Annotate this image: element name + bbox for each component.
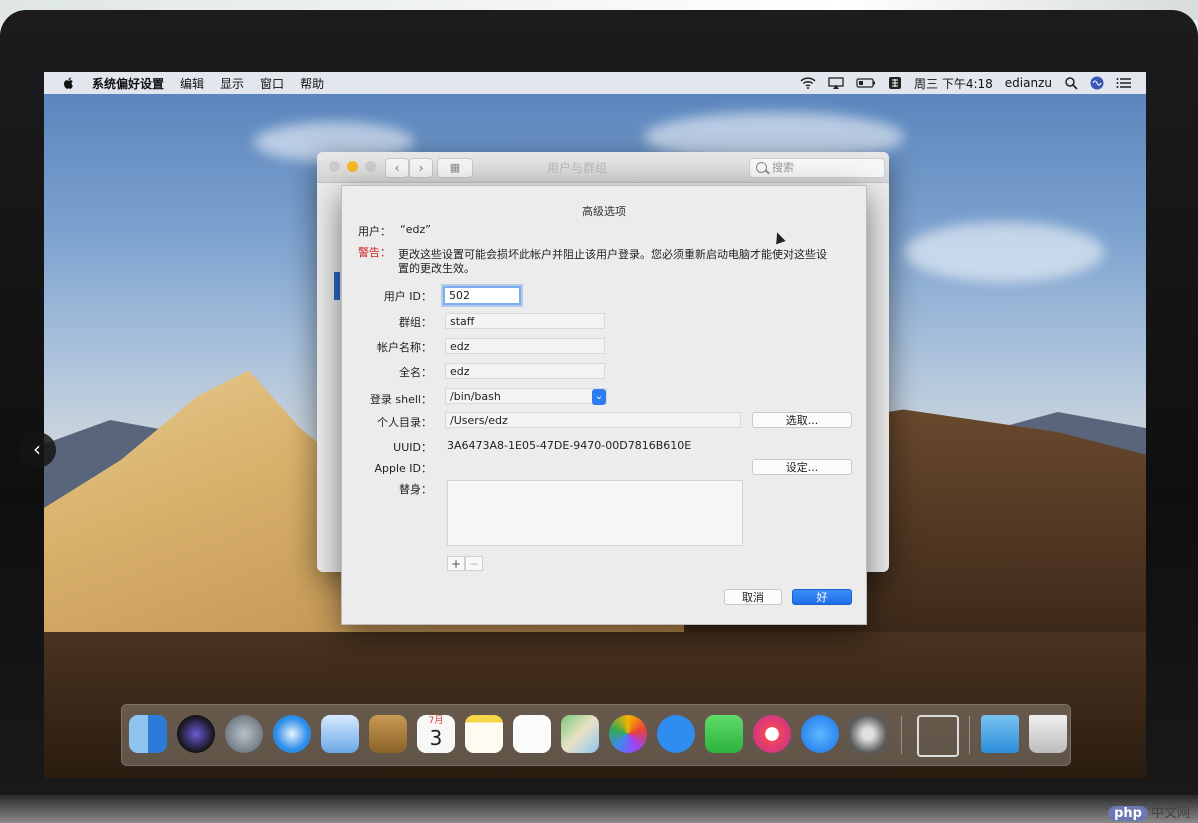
menu-edit[interactable]: 编辑 [180,75,204,92]
menu-user-name[interactable]: edianzu [1005,76,1052,90]
close-window-icon[interactable] [329,161,340,172]
launchpad-icon[interactable] [225,715,263,753]
window-title: 用户与群组 [547,159,607,176]
remove-alias-button[interactable]: − [465,556,483,571]
home-directory-field[interactable]: /Users/edz [445,412,741,428]
notification-center-icon[interactable] [1116,77,1132,89]
cancel-button[interactable]: 取消 [724,589,782,605]
login-shell-select[interactable]: /bin/bash ⌄ [445,388,607,404]
full-name-field[interactable]: edz [445,363,605,379]
warning-label: 警告： [358,244,391,260]
laptop-bottom [0,795,1198,823]
itunes-icon[interactable] [753,715,791,753]
watermark-badge: php [1108,806,1148,821]
previous-image-button[interactable]: ‹ [18,432,56,468]
advanced-options-sheet: 高级选项 用户： “edz” 警告： 更改这些设置可能会损坏此帐户并阻止该用户登… [341,185,867,625]
siri-icon[interactable] [177,715,215,753]
menu-help[interactable]: 帮助 [300,75,324,92]
messages-icon[interactable] [657,715,695,753]
menu-view[interactable]: 显示 [220,75,244,92]
airplay-icon[interactable] [828,77,844,89]
siri-menubar-icon[interactable] [1090,76,1104,90]
choose-button[interactable]: 选取... [752,412,852,428]
account-name-field[interactable]: edz [445,338,605,354]
search-field[interactable]: 搜索 [749,158,885,178]
spotlight-search-icon[interactable] [1064,76,1078,90]
chevron-down-icon[interactable]: ⌄ [592,389,606,405]
set-apple-id-button[interactable]: 设定... [752,459,852,475]
wallpaper-cloud [904,222,1104,282]
utility-icon[interactable] [917,715,959,757]
desktop-screen: 系统偏好设置 编辑 显示 窗口 帮助 [44,72,1146,778]
menu-window[interactable]: 窗口 [260,75,284,92]
system-preferences-icon[interactable] [849,715,887,753]
ok-button[interactable]: 好 [792,589,852,605]
login-shell-label: 登录 shell： [370,391,432,407]
apple-id-label: Apple ID： [374,460,432,476]
search-icon-handle [765,169,770,174]
app-store-icon[interactable] [801,715,839,753]
calendar-day: 3 [417,727,455,749]
maps-icon[interactable] [561,715,599,753]
menu-app-name[interactable]: 系统偏好设置 [92,75,164,92]
uuid-label: UUID： [393,439,432,455]
show-all-grid-icon[interactable]: ▦ [437,158,473,178]
menu-bar: 系统偏好设置 编辑 显示 窗口 帮助 [44,72,1146,94]
account-name-label: 帐户名称： [377,339,432,355]
user-id-label: 用户 ID： [384,288,432,304]
back-button[interactable]: ‹ [385,158,409,178]
alias-list[interactable] [447,480,743,546]
zoom-window-icon[interactable] [365,161,376,172]
add-alias-button[interactable]: + [447,556,465,571]
login-shell-value: /bin/bash [450,390,501,403]
window-titlebar: ‹ › ▦ 用户与群组 搜索 [317,152,889,183]
status-area: 周三 下午4:18 edianzu [800,72,1132,94]
dock-separator [969,716,970,754]
minimize-window-icon[interactable] [347,161,358,172]
battery-icon[interactable] [856,77,876,89]
facetime-icon[interactable] [705,715,743,753]
dock-separator [901,716,902,754]
user-name-value: “edz” [400,223,431,236]
group-field[interactable]: staff [445,313,605,329]
input-method-icon[interactable] [888,77,902,89]
watermark-text: 中文网 [1151,806,1190,821]
forward-button[interactable]: › [409,158,433,178]
safari-icon[interactable] [273,715,311,753]
sidebar-selection-indicator [334,272,340,300]
trash-icon[interactable] [1029,715,1067,753]
apple-menu-icon[interactable] [62,76,76,90]
uuid-value: 3A6473A8-1E05-47DE-9470-00D7816B610E [447,439,691,452]
alias-label: 替身： [399,481,432,497]
finder-icon[interactable] [129,715,167,753]
notes-icon[interactable] [465,715,503,753]
dock: 7月 3 [121,704,1071,766]
menu-clock[interactable]: 周三 下午4:18 [914,75,993,92]
user-id-field[interactable]: 502 [443,286,521,305]
search-placeholder: 搜索 [772,159,794,177]
photos-icon[interactable] [609,715,647,753]
site-watermark: php中文网 [1108,802,1190,821]
calendar-icon[interactable]: 7月 3 [417,715,455,753]
user-label: 用户： [358,223,391,239]
reminders-icon[interactable] [513,715,551,753]
wifi-icon[interactable] [800,77,816,89]
downloads-folder-icon[interactable] [981,715,1019,753]
home-directory-label: 个人目录： [377,414,432,430]
sheet-title: 高级选项 [342,203,866,219]
contacts-icon[interactable] [369,715,407,753]
group-label: 群组： [399,314,432,330]
full-name-label: 全名： [399,364,432,380]
warning-text-line2: 置的更改生效。 [398,260,475,276]
mail-icon[interactable] [321,715,359,753]
